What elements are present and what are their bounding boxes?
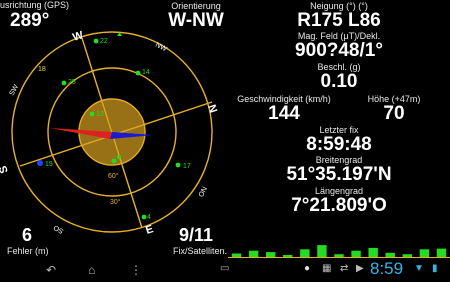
snr-bar bbox=[231, 253, 242, 257]
menu-icon[interactable]: ⋮ bbox=[130, 264, 142, 276]
intercardinal-nw: NW bbox=[154, 42, 168, 54]
satellite-marker-19 bbox=[37, 160, 43, 166]
satellite-marker-14b bbox=[135, 70, 141, 76]
fix-value: 9/11 bbox=[178, 225, 214, 245]
magfield-value: 900?48/1° bbox=[295, 40, 383, 61]
snr-bar bbox=[300, 249, 310, 257]
satellite-id-17: 17 bbox=[183, 163, 191, 170]
satellite-marker-17 bbox=[175, 162, 181, 168]
altitude-value: 70 bbox=[383, 103, 405, 124]
snr-bar bbox=[368, 247, 378, 257]
speed-value: 144 bbox=[268, 103, 300, 124]
snr-bar bbox=[436, 248, 447, 257]
battery-icon: ▮ bbox=[432, 263, 438, 274]
snr-bar bbox=[334, 254, 344, 257]
satellite-id-19: 19 bbox=[45, 161, 53, 168]
satellite-marker-25 bbox=[61, 80, 67, 86]
snr-bar bbox=[248, 250, 259, 257]
longitude-value: 7°21.809'O bbox=[291, 195, 387, 216]
back-icon[interactable]: ↶ bbox=[46, 264, 56, 276]
satellite-id-18: 18 bbox=[38, 66, 46, 73]
elevation-label-60: 60° bbox=[108, 172, 119, 180]
elevation-label-30: 30° bbox=[110, 198, 121, 206]
snr-bar bbox=[385, 252, 395, 257]
latitude-value: 51°35.197'N bbox=[286, 164, 392, 185]
cardinal-north: N bbox=[205, 103, 219, 114]
error-value: 6 bbox=[22, 225, 33, 245]
snr-bar bbox=[265, 252, 276, 257]
satellite-id-13: 13 bbox=[96, 111, 104, 118]
intercardinal-so: SO bbox=[52, 223, 65, 234]
snr-bar bbox=[402, 254, 413, 257]
satellite-id-22: 22 bbox=[100, 38, 108, 45]
intercardinal-no: NO bbox=[196, 185, 207, 198]
recents-icon[interactable]: ▭ bbox=[220, 264, 229, 274]
cardinal-south: S bbox=[0, 164, 11, 175]
accel-value: 0.10 bbox=[320, 71, 358, 92]
error-label: Fehler (m) bbox=[7, 246, 49, 256]
cardinal-east: E bbox=[144, 223, 155, 237]
fix-label: Fix/Satelliten. bbox=[172, 246, 228, 256]
snr-bar bbox=[317, 245, 327, 257]
home-icon[interactable]: ⌂ bbox=[88, 264, 95, 276]
signal-strength-bars bbox=[228, 245, 450, 258]
tilt-value: R175 L86 bbox=[297, 10, 381, 31]
gps-notification-icon: ● bbox=[304, 263, 311, 274]
snr-bar bbox=[351, 250, 361, 257]
satellite-marker-13 bbox=[89, 111, 95, 117]
satellite-marker-extra2 bbox=[117, 155, 121, 159]
media-notification-icon: ▶ bbox=[356, 263, 364, 274]
usb-notification-icon: ⇄ bbox=[340, 263, 349, 274]
compass-sky-view: N E S W NW NO SW SO 60° 30° 22 14 25 13 … bbox=[0, 29, 219, 237]
lastfix-value: 8:59:48 bbox=[306, 134, 372, 155]
satellite-id-14: 14 bbox=[142, 69, 150, 76]
status-clock: 8:59 bbox=[370, 259, 404, 278]
wifi-icon: ▼ bbox=[414, 263, 424, 274]
satellite-marker-4 bbox=[141, 214, 147, 220]
snr-bar bbox=[283, 254, 293, 257]
satellite-marker-22 bbox=[93, 38, 99, 44]
snr-bar bbox=[419, 249, 430, 257]
image-notification-icon: ▦ bbox=[322, 263, 332, 274]
satellite-id-25: 25 bbox=[68, 79, 76, 86]
satellite-id-4: 4 bbox=[147, 214, 151, 221]
satellite-marker-extra bbox=[111, 158, 117, 164]
